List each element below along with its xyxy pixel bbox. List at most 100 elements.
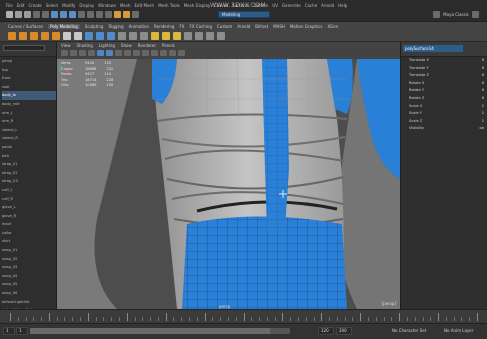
outliner-item[interactable]: wrap_02: [2, 255, 56, 264]
menu-windows[interactable]: Windows: [98, 3, 116, 8]
bookmark-icon[interactable]: [70, 50, 77, 56]
select-hierarchy-icon[interactable]: [51, 11, 58, 18]
render-settings-icon[interactable]: [132, 11, 139, 18]
start-frame-field[interactable]: 1: [3, 327, 15, 335]
menu-file[interactable]: File: [6, 3, 13, 8]
panel-menu-panels[interactable]: Panels: [162, 43, 175, 48]
open-scene-icon[interactable]: [15, 11, 22, 18]
mirror-icon[interactable]: [195, 32, 203, 40]
workspace-selector[interactable]: Modeling: [218, 11, 270, 18]
panel-menu-show[interactable]: Show: [121, 43, 132, 48]
channel-row[interactable]: Rotate Z 0: [401, 95, 487, 103]
shadows-icon[interactable]: [133, 50, 140, 56]
outliner-item[interactable]: arm_L: [2, 109, 56, 118]
anim-start-field[interactable]: 1: [16, 327, 28, 335]
menu-edit-mesh[interactable]: Edit Mesh: [135, 3, 155, 8]
ao-icon[interactable]: [142, 50, 149, 56]
menu-display[interactable]: Display: [79, 3, 94, 8]
cube-icon[interactable]: [19, 32, 27, 40]
channel-value[interactable]: 0: [482, 80, 484, 88]
target-weld-icon[interactable]: [129, 32, 137, 40]
character-set-menu[interactable]: No Character Set: [392, 328, 426, 333]
outliner-item[interactable]: wrap_01: [2, 246, 56, 255]
range-slider[interactable]: [30, 328, 290, 334]
panel-menu-lighting[interactable]: Lighting: [99, 43, 115, 48]
channel-row[interactable]: Rotate Y 0: [401, 87, 487, 95]
multi-cut-icon[interactable]: [118, 32, 126, 40]
smooth-icon[interactable]: [184, 32, 192, 40]
shelf-tab-sculpting[interactable]: Sculpting: [85, 24, 104, 29]
menu-modify[interactable]: Modify: [62, 3, 75, 8]
plane-icon[interactable]: [52, 32, 60, 40]
end-frame-field[interactable]: 120: [318, 327, 334, 335]
select-component-icon[interactable]: [69, 11, 76, 18]
channel-row[interactable]: Visibility on: [401, 125, 487, 133]
outliner-item[interactable]: pants: [2, 143, 56, 152]
shelf-tab-arnold[interactable]: Arnold: [237, 24, 250, 29]
redo-icon[interactable]: [42, 11, 49, 18]
outliner-item[interactable]: strap_01: [2, 160, 56, 169]
channel-value[interactable]: 0: [482, 95, 484, 103]
render-icon[interactable]: [114, 11, 121, 18]
quad-draw-icon[interactable]: [140, 32, 148, 40]
range-slider-handle[interactable]: [30, 328, 270, 334]
sphere-icon[interactable]: [8, 32, 16, 40]
new-scene-icon[interactable]: [6, 11, 13, 18]
panel-menu-shading[interactable]: Shading: [77, 43, 93, 48]
wireframe-icon[interactable]: [97, 50, 104, 56]
outliner-item[interactable]: hood: [2, 220, 56, 229]
snap-point-icon[interactable]: [96, 11, 103, 18]
planar-map-icon[interactable]: [162, 32, 170, 40]
panel-menu-renderer[interactable]: Renderer: [138, 43, 156, 48]
resolution-gate-icon[interactable]: [169, 50, 176, 56]
snap-surface-icon[interactable]: [105, 11, 112, 18]
channel-value[interactable]: 1: [482, 103, 484, 111]
settings-icon[interactable]: [472, 11, 479, 18]
outliner-item[interactable]: strap_03: [2, 177, 56, 186]
outliner-item[interactable]: wrap_06: [2, 289, 56, 298]
outliner-item[interactable]: front: [2, 74, 56, 83]
channel-row[interactable]: Rotate X 0: [401, 80, 487, 88]
outliner-item[interactable]: persp: [2, 57, 56, 66]
user-icon[interactable]: [433, 11, 441, 18]
separate-icon[interactable]: [74, 32, 82, 40]
shelf-tab-animation[interactable]: Animation: [129, 24, 149, 29]
undo-icon[interactable]: [33, 11, 40, 18]
shelf-tab-custom[interactable]: Custom: [217, 24, 232, 29]
outliner-item[interactable]: cuff_R: [2, 195, 56, 204]
ipr-render-icon[interactable]: [123, 11, 130, 18]
panel-menu-view[interactable]: View: [61, 43, 71, 48]
menu-generate[interactable]: Generate: [282, 3, 301, 8]
menu-arnold[interactable]: Arnold: [321, 3, 334, 8]
uv-editor-icon[interactable]: [151, 32, 159, 40]
shelf-tab-fx[interactable]: FX: [179, 24, 184, 29]
menu-help[interactable]: Help: [338, 3, 347, 8]
channel-value[interactable]: 0: [482, 65, 484, 73]
workspace-mode-label[interactable]: Maya Classic: [443, 12, 469, 17]
outliner-item[interactable]: glove_R: [2, 212, 56, 221]
channel-row[interactable]: Translate X 0: [401, 57, 487, 65]
isolate-icon[interactable]: [160, 50, 167, 56]
snap-curve-icon[interactable]: [87, 11, 94, 18]
menu-create[interactable]: Create: [28, 3, 41, 8]
outliner-item[interactable]: shirt: [2, 237, 56, 246]
outliner-item[interactable]: collar: [2, 229, 56, 238]
channel-row[interactable]: Scale X 1: [401, 103, 487, 111]
shelf-tab-fx-caching[interactable]: FX Caching: [190, 24, 212, 29]
cone-icon[interactable]: [41, 32, 49, 40]
channel-row[interactable]: Scale Z 1: [401, 118, 487, 126]
channel-row[interactable]: Scale Y 1: [401, 110, 487, 118]
shelf-tab-mash[interactable]: MASH: [273, 24, 285, 29]
center-pivot-icon[interactable]: [217, 32, 225, 40]
shelf-tab-rigging[interactable]: Rigging: [108, 24, 123, 29]
outliner-item[interactable]: strap_02: [2, 169, 56, 178]
menu-mesh-tools[interactable]: Mesh Tools: [158, 3, 180, 8]
shelf-tab-rendering[interactable]: Rendering: [154, 24, 174, 29]
time-slider[interactable]: [0, 309, 487, 323]
outliner-item[interactable]: side: [2, 83, 56, 92]
channel-value[interactable]: 0: [482, 87, 484, 95]
menu-uv[interactable]: UV: [272, 3, 278, 8]
extrude-icon[interactable]: [85, 32, 93, 40]
channel-row[interactable]: Translate Z 0: [401, 72, 487, 80]
channel-value[interactable]: 0: [482, 57, 484, 65]
